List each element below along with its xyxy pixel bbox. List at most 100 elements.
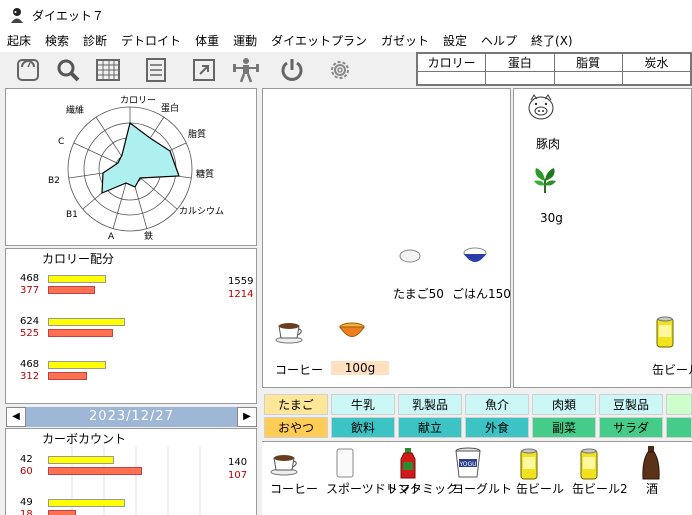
menu-diet-plan[interactable]: ダイエットプラン	[264, 30, 374, 52]
category-seafood[interactable]: 魚介	[465, 394, 529, 415]
search-icon[interactable]	[54, 56, 82, 84]
actual-bar	[48, 286, 95, 294]
category-snack[interactable]: おやつ	[264, 417, 328, 438]
header-calorie: カロリー	[416, 53, 487, 72]
plate-item-soup-amount: 100g	[331, 361, 389, 375]
menu-search[interactable]: 検索	[38, 30, 76, 52]
food-item-tomato-juice[interactable]	[398, 447, 418, 482]
radar-panel: カロリー 蛋白 脂質 糖質 カルシウム 鉄 A B1 B2 C 繊維	[5, 88, 257, 246]
plate-item-beer[interactable]	[654, 315, 676, 352]
value-calorie	[416, 71, 487, 85]
food-picker-list: YOGU コーヒー スポーツドリンク トマトミック ヨーグルト 缶ビール 缶ビー…	[262, 441, 692, 515]
list-icon[interactable]	[142, 56, 170, 84]
meal-plate-middle: たまご50 ごはん150 コーヒー 100g	[262, 88, 511, 388]
carb-row-lunch: 49 18	[12, 497, 257, 515]
radar-label-fiber: 繊維	[66, 104, 84, 116]
radar-label-protein: 蛋白	[161, 102, 179, 114]
menu-gadget[interactable]: ガゼット	[374, 30, 436, 52]
food-item-beer[interactable]	[518, 447, 540, 484]
export-icon[interactable]	[190, 56, 218, 84]
menu-detroit[interactable]: デトロイト	[114, 30, 188, 52]
food-item-sports-drink[interactable]	[334, 447, 356, 482]
radar-label-iron: 鉄	[144, 230, 153, 242]
carb-actual: 60	[20, 466, 33, 477]
nutrition-header: カロリー 蛋白 脂質 炭水	[416, 52, 692, 86]
value-carb	[621, 71, 692, 85]
food-label-yogurt: ヨーグルト	[452, 482, 513, 496]
menu-exit[interactable]: 終了(X)	[524, 30, 580, 52]
food-item-beer2[interactable]	[578, 447, 600, 484]
power-icon[interactable]	[278, 56, 306, 84]
plate-item-rice[interactable]	[461, 246, 489, 269]
coffee-cup-icon	[270, 455, 298, 476]
prev-date-button[interactable]: ◀	[6, 407, 26, 427]
calorie-panel-title: カロリー配分	[42, 252, 115, 266]
target-bar	[48, 456, 114, 464]
menu-help[interactable]: ヘルプ	[474, 30, 524, 52]
carb-total-target: 140	[228, 457, 248, 468]
category-more-bottom[interactable]	[666, 417, 692, 438]
spinach-icon	[534, 168, 556, 193]
beer-can-icon	[656, 316, 674, 348]
plate-item-pork-label: 豚肉	[536, 137, 561, 151]
plate-item-coffee[interactable]	[275, 320, 305, 347]
food-item-coffee[interactable]	[270, 450, 300, 479]
menu-exercise[interactable]: 運動	[226, 30, 264, 52]
target-bar	[48, 318, 125, 326]
gear-icon[interactable]	[326, 56, 354, 84]
menu-settings[interactable]: 設定	[436, 30, 474, 52]
carb-actual: 18	[20, 509, 33, 515]
calorie-target: 468	[20, 273, 40, 284]
carb-total-actual: 107	[228, 470, 248, 481]
menu-diagnosis[interactable]: 診断	[76, 30, 114, 52]
yogurt-cup-icon: YOGU	[455, 447, 481, 478]
current-date: 2023/12/27	[26, 407, 237, 427]
category-dairy[interactable]: 乳製品	[398, 394, 462, 415]
plate-item-pork[interactable]	[526, 93, 556, 124]
coffee-cup-icon	[275, 323, 303, 344]
plate-item-egg-label: たまご50	[393, 287, 444, 301]
plate-item-egg[interactable]	[399, 249, 421, 266]
exercise-icon[interactable]	[232, 56, 260, 84]
category-eating-out[interactable]: 外食	[465, 417, 529, 438]
actual-bar	[48, 467, 142, 475]
food-label-tomato-juice: トマトミック	[386, 482, 459, 496]
category-more-top[interactable]	[666, 394, 692, 415]
rice-bowl-icon	[463, 247, 487, 262]
category-menu[interactable]: 献立	[398, 417, 462, 438]
menu-wake[interactable]: 起床	[0, 30, 38, 52]
radar-label-sugar: 糖質	[196, 168, 214, 180]
carb-target: 42	[20, 454, 33, 465]
food-label-beer: 缶ビール	[516, 482, 565, 496]
category-drinks[interactable]: 飲料	[331, 417, 395, 438]
category-meat[interactable]: 肉類	[532, 394, 596, 415]
grid-icon[interactable]	[94, 56, 122, 84]
food-category-tabs: たまご 牛乳 乳製品 魚介 肉類 豆製品 おやつ 飲料 献立 外食 副菜 サラダ	[262, 393, 692, 439]
header-carb: 炭水	[621, 53, 692, 72]
plate-item-soup[interactable]	[337, 320, 367, 347]
egg-icon	[399, 249, 421, 263]
date-navigator: ◀ 2023/12/27 ▶	[6, 407, 257, 427]
plate-item-rice-label: ごはん150	[452, 287, 511, 301]
food-label-sake: 酒	[646, 482, 659, 496]
menu-weight[interactable]: 体重	[188, 30, 226, 52]
next-date-button[interactable]: ▶	[237, 407, 257, 427]
pig-icon	[528, 94, 554, 120]
category-soy[interactable]: 豆製品	[599, 394, 663, 415]
calorie-panel: カロリー配分 468 377 1559 1214 624 525 468 312	[5, 248, 257, 404]
value-protein	[485, 71, 555, 85]
category-egg[interactable]: たまご	[264, 394, 328, 415]
plate-item-spinach[interactable]	[530, 165, 560, 198]
calorie-target: 624	[20, 316, 40, 327]
category-side-dish[interactable]: 副菜	[532, 417, 596, 438]
carb-panel: カーボカウント 42 60 140 107 49 18	[5, 428, 257, 515]
food-item-sake[interactable]	[640, 445, 662, 484]
scale-icon[interactable]	[14, 56, 42, 84]
toolbar	[0, 52, 416, 86]
title-bar: ダイエット７	[0, 0, 692, 30]
plate-item-spinach-amount: 30g	[540, 211, 563, 225]
category-salad[interactable]: サラダ	[599, 417, 663, 438]
food-item-yogurt[interactable]: YOGU	[454, 447, 482, 482]
category-milk[interactable]: 牛乳	[331, 394, 395, 415]
menu-bar: 起床 検索 診断 デトロイト 体重 運動 ダイエットプラン ガゼット 設定 ヘル…	[0, 30, 692, 52]
